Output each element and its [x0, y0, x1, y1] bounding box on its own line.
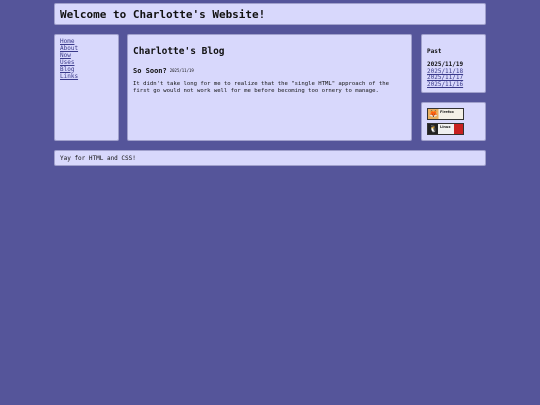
linux-badge-label: Linux [440, 125, 451, 129]
nav-panel: Home About Now Uses Blog Links [54, 34, 119, 141]
past-posts-list: 2025/11/19 2025/11/18 2025/11/17 2025/11… [427, 61, 485, 89]
linux-tux-icon: 🐧 [429, 125, 438, 133]
footer-panel: Yay for HTML and CSS! [54, 150, 486, 166]
past-posts-panel: Past 2025/11/19 2025/11/18 2025/11/17 20… [421, 34, 486, 93]
post-heading: So Soon? 2025/11/19 [133, 67, 411, 75]
firefox-badge-label: Firefox [440, 110, 454, 114]
footer-text: Yay for HTML and CSS! [60, 155, 136, 162]
badges-panel: 🦊 Firefox 🐧 Linux [421, 102, 486, 141]
post-title: So Soon? [133, 67, 167, 75]
post-body: It didn't take long for me to realize th… [133, 81, 389, 94]
blog-title: Charlotte's Blog [133, 46, 225, 57]
firefox-badge[interactable]: 🦊 Firefox [427, 108, 464, 120]
site-title: Welcome to Charlotte's Website! [60, 8, 266, 21]
header-panel: Welcome to Charlotte's Website! [54, 3, 486, 25]
past-heading: Past [427, 48, 442, 55]
main-content-panel: Charlotte's Blog So Soon? 2025/11/19 It d… [127, 34, 412, 141]
firefox-icon: 🦊 [429, 110, 438, 118]
linux-badge[interactable]: 🐧 Linux [427, 123, 464, 135]
past-post-link[interactable]: 2025/11/16 [427, 81, 485, 89]
post-date: 2025/11/19 [169, 68, 194, 73]
nav-link-links[interactable]: Links [60, 73, 118, 81]
